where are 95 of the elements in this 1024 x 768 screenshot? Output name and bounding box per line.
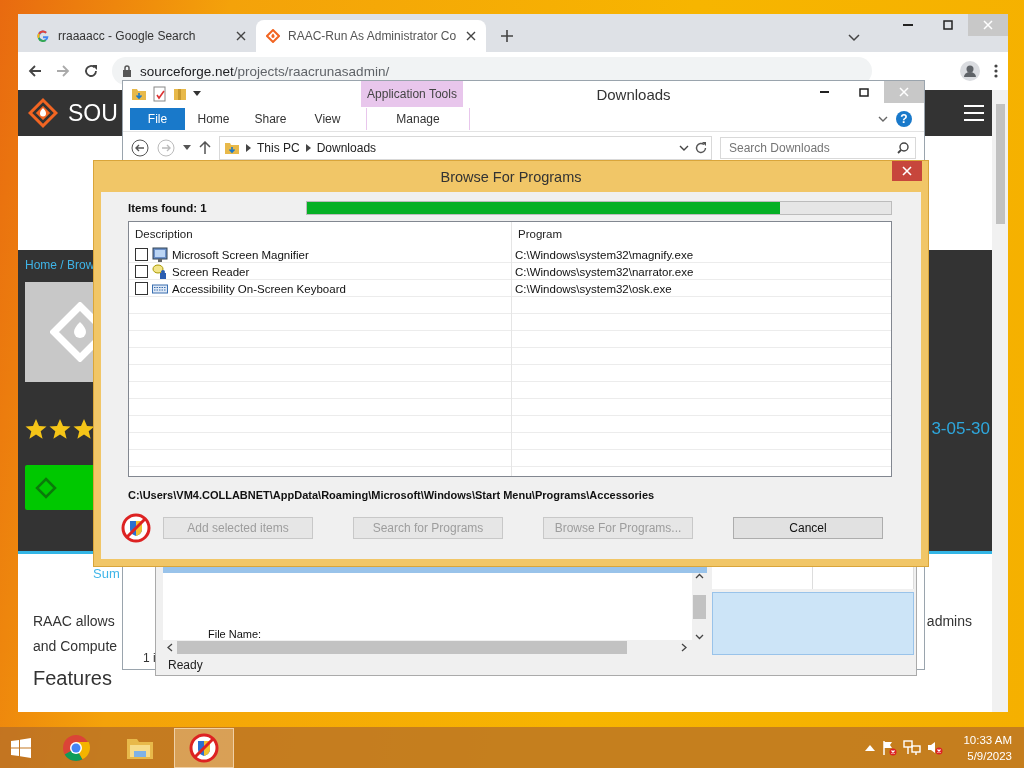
body-text: RAAC allows <box>33 612 115 631</box>
table-cell: Microsoft Screen Magnifier <box>172 248 309 261</box>
folder-icon[interactable] <box>131 87 147 101</box>
profile-icon[interactable] <box>960 61 980 81</box>
up-arrow-icon[interactable] <box>199 141 211 155</box>
url-text: sourceforge.net/projects/raacrunasadmin/ <box>140 63 390 79</box>
taskbar-app[interactable] <box>174 727 234 768</box>
menu-icon[interactable] <box>994 64 998 78</box>
new-folder-icon[interactable] <box>173 87 187 101</box>
properties-icon[interactable] <box>153 86 167 102</box>
status-text: 1 i <box>143 651 156 665</box>
google-icon <box>36 29 50 43</box>
chevron-right-icon <box>305 144 311 152</box>
volume-icon[interactable] <box>927 739 944 756</box>
column-header[interactable]: Program <box>512 222 891 246</box>
items-found-label: Items found: 1 <box>128 202 208 214</box>
back-icon[interactable] <box>28 64 42 78</box>
flag-icon[interactable] <box>881 739 898 756</box>
chevron-down-icon[interactable] <box>679 145 689 151</box>
folder-path: C:\Users\VM4.COLLABNET\AppData\Roaming\Microsoft\Windows\Start Menu\Programs\Accessories <box>128 489 656 501</box>
app-icon <box>121 513 151 543</box>
chevron-up-icon <box>695 573 704 579</box>
tab-title: RAAC-Run As Administrator Co <box>288 29 458 43</box>
diamond-icon <box>266 29 280 43</box>
help-button[interactable]: ? <box>896 111 912 127</box>
new-tab-icon[interactable] <box>500 29 514 43</box>
chevron-right-icon <box>681 643 687 652</box>
star-icon <box>73 418 95 440</box>
chevron-down-icon[interactable] <box>848 34 860 42</box>
chevron-right-icon <box>246 144 251 152</box>
breadcrumb-item[interactable]: This PC <box>257 141 300 155</box>
close-icon <box>983 20 993 30</box>
ribbon-tab[interactable]: Manage <box>366 108 470 130</box>
ribbon-tab[interactable]: Share <box>242 108 299 130</box>
close-icon[interactable] <box>466 31 476 41</box>
body-text: admins <box>926 612 972 631</box>
dialog-button[interactable]: Cancel <box>733 517 883 539</box>
address-field[interactable]: This PC Downloads <box>219 136 712 160</box>
dialog-title: Browse For Programs <box>439 168 583 185</box>
context-tab-header: Application Tools <box>361 81 463 107</box>
close-icon <box>899 87 909 97</box>
clock-time: 10:33 AM <box>963 732 1012 748</box>
scrollbar[interactable] <box>992 90 1008 712</box>
browser-tab[interactable]: RAAC-Run As Administrator Co <box>256 20 486 52</box>
download-icon <box>35 476 57 499</box>
chrome-icon <box>61 732 91 763</box>
ribbon-tab[interactable]: Home <box>185 108 242 130</box>
release-date: 3-05-30 <box>931 419 990 439</box>
logo-icon <box>26 96 60 130</box>
checkbox[interactable] <box>135 282 148 295</box>
refresh-icon[interactable] <box>695 142 707 154</box>
ribbon-tab[interactable]: View <box>299 108 356 130</box>
minimize-icon <box>903 24 913 26</box>
star-icon <box>49 418 71 440</box>
browser-tab[interactable]: rraaaacc - Google Search <box>26 20 256 52</box>
close-icon[interactable] <box>236 31 246 41</box>
speech-bubble-icon <box>152 263 168 280</box>
tab-title: rraaaacc - Google Search <box>58 29 197 43</box>
site-logo-text: SOU <box>68 99 118 127</box>
hamburger-icon[interactable] <box>964 105 984 121</box>
folder-icon <box>224 141 240 155</box>
chevron-up-icon[interactable] <box>865 744 876 751</box>
close-button[interactable] <box>892 161 922 181</box>
body-text: and Compute <box>33 637 118 656</box>
field-label: File Name: <box>208 628 262 640</box>
table-cell: C:\Windows\system32\narrator.exe <box>515 265 694 278</box>
search-field[interactable]: Search Downloads <box>727 140 897 156</box>
close-icon <box>902 166 912 176</box>
checkbox[interactable] <box>135 248 148 261</box>
window-title: Downloads <box>595 85 672 103</box>
section-heading: Features <box>33 667 113 690</box>
windows-logo-icon <box>11 737 31 758</box>
table-cell: C:\Windows\system32\magnify.exe <box>515 248 694 261</box>
chevron-down-icon <box>695 634 704 640</box>
lock-icon <box>122 65 132 77</box>
breadcrumb-item[interactable]: Downloads <box>316 141 377 155</box>
network-icon[interactable] <box>903 739 922 756</box>
reload-icon[interactable] <box>84 64 98 78</box>
back-icon[interactable] <box>131 139 149 157</box>
monitor-icon <box>152 246 168 263</box>
maximize-icon <box>943 20 953 30</box>
ribbon-tab[interactable]: File <box>130 108 185 130</box>
clock-date: 5/9/2023 <box>967 748 1012 764</box>
status-text: Ready <box>168 658 203 672</box>
search-box[interactable]: Search Downloads <box>720 137 916 159</box>
chevron-down-icon[interactable] <box>878 116 888 122</box>
search-icon <box>897 142 909 154</box>
table-cell: Screen Reader <box>172 265 250 278</box>
table-cell: Accessibility On-Screen Keyboard <box>172 282 346 295</box>
app-icon <box>189 732 219 763</box>
table-cell: C:\Windows\system32\osk.exe <box>515 282 672 295</box>
checkbox[interactable] <box>135 265 148 278</box>
star-icon <box>25 418 47 440</box>
maximize-icon <box>859 87 869 97</box>
dropdown-icon[interactable] <box>183 145 191 151</box>
